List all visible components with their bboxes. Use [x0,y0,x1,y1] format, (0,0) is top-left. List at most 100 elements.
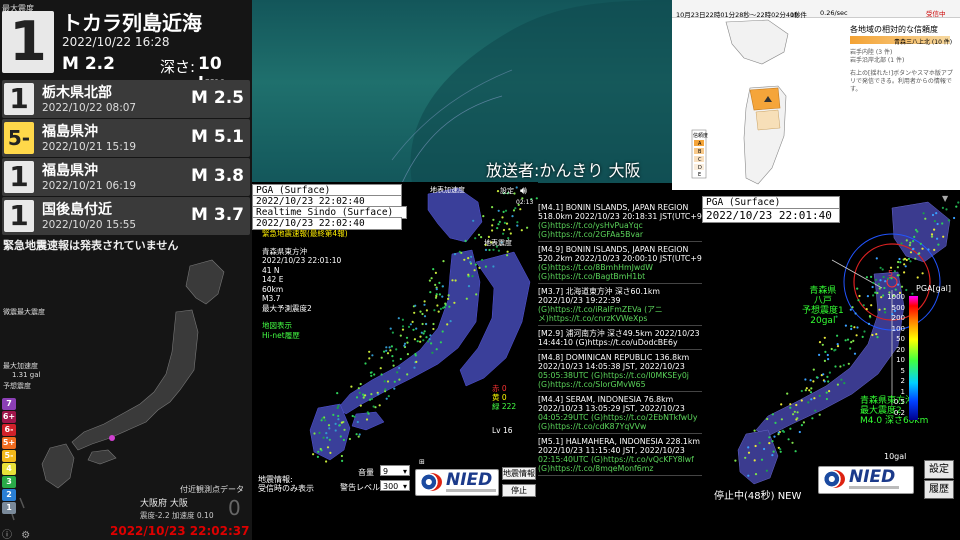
quake-history-row[interactable]: 1 栃木県北部 2022/10/22 08:07 M 2.5 [2,80,250,118]
station-dot [393,380,396,383]
news-link[interactable]: 02:15:40UTC (G)https://t.co/vQcKFY8lwf [538,455,702,464]
news-link[interactable]: (G)https://t.co/cdK87YqVVw [538,422,702,431]
station-dot [833,349,836,352]
news-item[interactable]: [M2.9] 浦河南方沖 深さ49.5km 2022/10/23 14:44:10… [538,329,702,350]
news-line: 520.2km 2022/10/23 20:00:10 JST(UTC+9) [538,254,702,263]
station-dot [800,389,803,393]
station-dot [786,392,789,395]
station-dot [854,312,857,315]
hinet-history-link[interactable]: Hi-net履歴 [262,331,348,341]
station-dot [856,326,859,329]
station-dot [818,394,821,397]
station-dot [930,235,934,238]
station-dot [432,327,435,331]
station-dot [836,383,839,386]
station-dot [389,349,392,352]
station-dot [411,320,414,323]
news-link[interactable]: (G)https://t.co/8mqeMonf6mz [538,464,702,473]
station-dot [937,243,940,246]
quake-info-button[interactable]: 地震情報 [502,467,536,480]
station-dot [338,424,341,427]
station-dot [779,450,782,453]
station-dot [747,451,751,454]
history-magnitude: M 5.1 [191,127,244,147]
world-quake-news-list[interactable]: [M4.1] BONIN ISLANDS, JAPAN REGION 518.0k… [538,203,702,514]
news-item[interactable]: [M3.7] 北海道東方沖 深さ60.1km 2022/10/23 19:22:3… [538,287,702,326]
news-link[interactable]: (G)https://t.co/iRaIFmZEVa (アニ [538,305,702,314]
station-dot [469,261,472,264]
station-dot [866,295,869,298]
station-dot [454,279,457,282]
info-icon[interactable]: ⓘ [2,530,12,540]
history-button[interactable]: 履歴 [924,480,954,499]
station-dot [377,393,380,396]
station-dot [842,364,845,367]
quake-history-row[interactable]: 1 福島県沖 2022/10/21 06:19 M 3.8 [2,158,250,196]
station-dot [847,362,850,365]
volume-select[interactable]: 9 ▾ [380,465,410,476]
news-head: [M2.9] 浦河南方沖 深さ49.5km 2022/10/23 [538,329,700,338]
station-dot [945,208,948,211]
station-dot [508,228,511,231]
quake-history-row[interactable]: 1 国後島付近 2022/10/20 15:55 M 3.7 [2,197,250,235]
station-dot [506,254,509,257]
station-dot [423,300,426,303]
gear-icon[interactable]: ⚙ [21,530,30,540]
station-dot [351,414,354,418]
station-dot [516,221,519,224]
colorbar-tick: 2 [900,377,905,385]
stop-button[interactable]: 停止 [502,484,536,497]
news-item[interactable]: [M4.8] DOMINICAN REPUBLIC 136.8km 2022/10… [538,353,702,392]
quake-history-row[interactable]: 5- 福島県沖 2022/10/21 15:19 M 5.1 [2,119,250,157]
pga-a-setting[interactable]: 設定 [500,186,514,196]
station-dot [865,308,868,311]
station-dot [771,454,774,457]
settings-button[interactable]: 設定 [924,460,954,479]
news-link[interactable]: メ)https://t.co/cnrzKVWeXps [538,314,702,323]
news-link[interactable]: (G)https://t.co/8BmhHmJwdW [538,263,702,272]
station-dot [413,338,416,341]
station-dot [439,307,442,310]
station-dot [828,390,831,393]
history-time: 2022/10/21 06:19 [42,180,137,192]
news-item[interactable]: [M5.1] HALMAHERA, INDONESIA 228.1km 2022/… [538,437,702,476]
map-display-link[interactable]: 地図表示 [262,321,348,331]
station-dot [337,414,340,418]
gal-label: 10gal [884,452,907,461]
station-dot [754,444,757,448]
reliability-map[interactable]: 信頼度 A B C D E [688,18,838,188]
station-dot [397,317,400,320]
station-dot [812,380,815,383]
news-link[interactable]: (G)https://t.co/SIorGMvW65 [538,380,702,389]
station-dot [753,459,756,462]
caret-down-icon[interactable]: ▼ [942,194,948,203]
station-dot [896,266,899,269]
station-dot [804,389,807,392]
news-link[interactable]: 04:05:29UTC (G)https://t.co/2EbNTkfwUy [538,413,702,422]
station-dot [482,215,485,218]
news-link[interactable]: (G)https://t.co/2GFAa5Bvar [538,230,702,239]
speaker-icon[interactable]: 🔊︎ [520,184,527,198]
station-dot [512,209,516,212]
station-dot [903,257,907,260]
callout-hachinohe: 青森県 八戸 予想震度1 20gal [802,286,844,326]
colorbar-tick: 0.2 [893,408,905,417]
station-dot [827,380,830,383]
scale-step: 7 [2,398,16,410]
station-dot [763,447,766,451]
station-dot [384,388,387,391]
alert-level-select[interactable]: 300 ▾ [380,480,410,491]
news-item[interactable]: [M4.1] BONIN ISLANDS, JAPAN REGION 518.0k… [538,203,702,242]
station-dot [836,345,840,348]
station-dot [772,450,775,453]
station-dot [415,327,418,330]
station-dot [342,438,345,442]
news-link[interactable]: 05:05:38UTC (G)https://t.co/I0MKSEy0j [538,371,702,380]
news-item[interactable]: [M4.9] BONIN ISLANDS, JAPAN REGION 520.2k… [538,245,702,284]
station-dot [808,389,811,392]
news-link[interactable]: (G)https://t.co/ysHvPuaYqc [538,221,702,230]
station-dot [497,209,500,212]
news-link[interactable]: (G)https://t.co/BagtBmH1bt [538,272,702,281]
news-line: 14:44:10 (G)https://t.co/uDodcBE6y [538,338,678,347]
news-item[interactable]: [M4.4] SERAM, INDONESIA 76.8km 2022/10/23… [538,395,702,434]
